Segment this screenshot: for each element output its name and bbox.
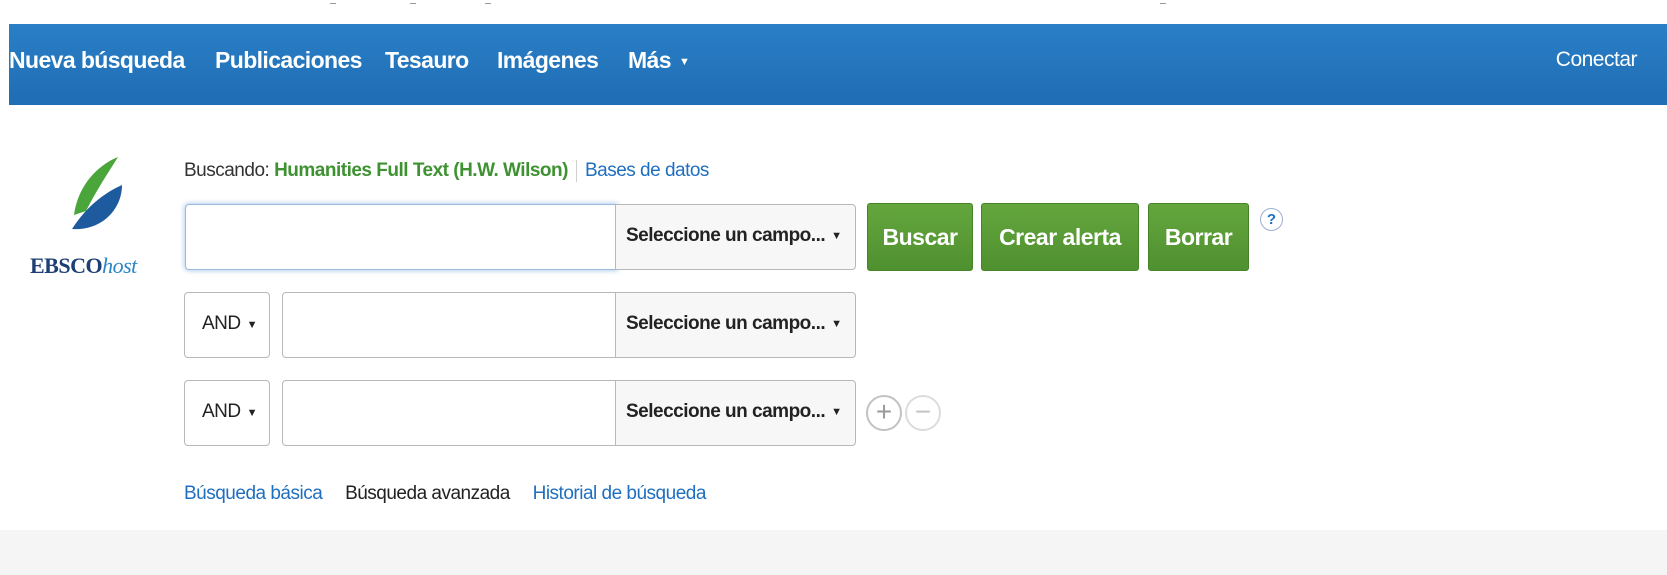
search-input-3[interactable] bbox=[282, 380, 617, 446]
divider bbox=[575, 160, 577, 182]
nav-publications[interactable]: Publicaciones bbox=[215, 47, 362, 74]
top-fragment bbox=[1160, 0, 1166, 4]
ebscohost-logo[interactable]: EBSCOhost bbox=[20, 150, 160, 290]
chevron-down-icon: ▼ bbox=[831, 318, 842, 330]
add-row-plus-icon[interactable]: + bbox=[866, 395, 902, 431]
searching-label: Buscando: bbox=[184, 160, 270, 182]
top-fragment bbox=[485, 0, 491, 4]
sign-in-link[interactable]: Conectar bbox=[1556, 48, 1638, 72]
top-navigation-bar: Nueva búsqueda Publicaciones Tesauro Imá… bbox=[9, 24, 1667, 105]
nav-more-menu[interactable]: Más ▼ bbox=[628, 47, 690, 74]
chevron-down-icon: ▼ bbox=[831, 230, 842, 242]
boolean-operator-label: AND bbox=[202, 401, 241, 422]
browser-top-strip bbox=[0, 0, 1667, 24]
basic-search-link[interactable]: Búsqueda básica bbox=[184, 483, 323, 504]
search-button[interactable]: Buscar bbox=[867, 203, 973, 271]
choose-databases-link[interactable]: Bases de datos bbox=[585, 160, 709, 181]
nav-more-label: Más bbox=[628, 47, 672, 73]
advanced-search-current: Búsqueda avanzada bbox=[345, 483, 510, 504]
boolean-operator-select-2[interactable]: AND ▼ bbox=[184, 292, 270, 358]
selected-database: Humanities Full Text (H.W. Wilson) bbox=[274, 160, 568, 182]
boolean-operator-label: AND bbox=[202, 313, 241, 334]
help-icon[interactable]: ? bbox=[1260, 208, 1283, 231]
nav-thesaurus[interactable]: Tesauro bbox=[385, 47, 469, 74]
clear-button[interactable]: Borrar bbox=[1148, 203, 1249, 271]
boolean-operator-select-3[interactable]: AND ▼ bbox=[184, 380, 270, 446]
field-select-label: Seleccione un campo... bbox=[626, 401, 826, 422]
field-select-label: Seleccione un campo... bbox=[626, 225, 826, 246]
field-select-3[interactable]: Seleccione un campo... ▼ bbox=[615, 380, 856, 446]
logo-brand: EBSCO bbox=[30, 253, 103, 278]
nav-images[interactable]: Imágenes bbox=[497, 47, 599, 74]
chevron-down-icon: ▼ bbox=[246, 319, 258, 331]
remove-row-minus-icon[interactable]: − bbox=[905, 395, 941, 431]
nav-new-search[interactable]: Nueva búsqueda bbox=[9, 47, 185, 74]
search-input-1[interactable] bbox=[185, 204, 617, 270]
chevron-down-icon: ▼ bbox=[246, 407, 258, 419]
searching-database-line: Buscando: Humanities Full Text (H.W. Wil… bbox=[184, 160, 709, 182]
chevron-down-icon: ▼ bbox=[831, 406, 842, 418]
page-bottom-band bbox=[0, 530, 1667, 575]
create-alert-button[interactable]: Crear alerta bbox=[981, 203, 1139, 271]
search-input-2[interactable] bbox=[282, 292, 617, 358]
ebsco-leaf-icon bbox=[72, 157, 122, 230]
field-select-2[interactable]: Seleccione un campo... ▼ bbox=[615, 292, 856, 358]
top-fragment bbox=[410, 0, 416, 4]
logo-text: EBSCOhost bbox=[30, 253, 137, 279]
search-mode-links: Búsqueda básica Búsqueda avanzada Histor… bbox=[184, 483, 706, 505]
field-select-1[interactable]: Seleccione un campo... ▼ bbox=[615, 204, 856, 270]
top-fragment bbox=[330, 0, 336, 4]
search-history-link[interactable]: Historial de búsqueda bbox=[533, 483, 707, 504]
field-select-label: Seleccione un campo... bbox=[626, 313, 826, 334]
chevron-down-icon: ▼ bbox=[678, 55, 690, 68]
logo-suffix: host bbox=[102, 253, 137, 278]
